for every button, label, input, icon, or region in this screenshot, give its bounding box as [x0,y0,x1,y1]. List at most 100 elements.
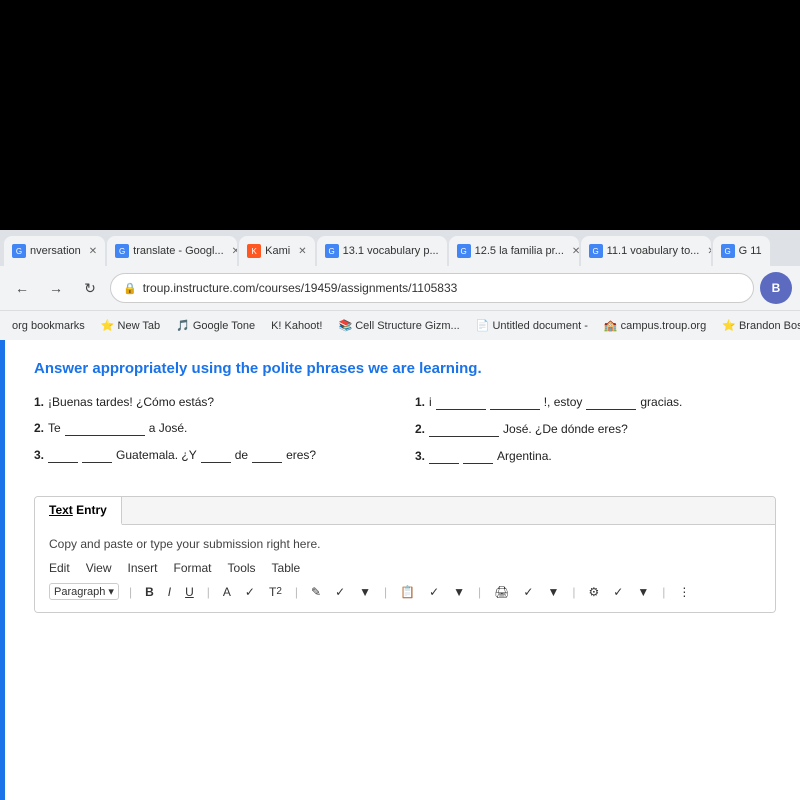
q1-prefix-right: i [429,395,432,409]
q1-blank3-right [586,395,636,410]
address-field[interactable]: 🔒 troup.instructure.com/courses/19459/as… [110,273,754,303]
bookmark-googletone[interactable]: 🎵 Google Tone [172,317,259,334]
q1-text-left: ¡Buenas tardes! ¿Cómo estás? [48,395,214,409]
format-check4[interactable]: ✓ [520,584,536,600]
page-title: Answer appropriately using the polite ph… [34,360,776,377]
q2-blank-right [429,422,499,437]
tab-familia[interactable]: G 12.5 la familia pr... ✕ [449,236,579,266]
bookmark-campus[interactable]: 🏫 campus.troup.org [600,317,710,334]
format-separator-5: | [478,585,481,599]
q3-blank4-left [252,448,282,463]
page-content: Answer appropriately using the polite ph… [0,340,800,800]
q1-suffix2-right: gracias. [640,395,682,409]
q3-blank2-left [82,448,112,463]
tab-g11[interactable]: G G 11 [713,236,770,266]
question-right-1: 1. i !, estoy gracias. [415,395,776,410]
lock-icon: 🔒 [123,282,137,295]
format-dropdown1[interactable]: ▼ [356,584,374,600]
q3-num-right: 3. [415,449,425,463]
bookmark-brandon[interactable]: ⭐ Brandon Boston · th... [718,317,800,334]
text-entry-section: Text Entry Copy and paste or type your s… [34,496,776,613]
tab-translate[interactable]: G translate - Googl... ✕ [107,236,237,266]
format-bold[interactable]: B [142,584,157,600]
tab-kami[interactable]: K Kami ✕ [239,236,314,266]
q3-text-right: Argentina. [497,449,552,463]
format-check3[interactable]: ✓ [426,584,442,600]
refresh-button[interactable]: ↻ [76,274,104,302]
q1-num-left: 1. [34,395,44,409]
q3-num-left: 3. [34,448,44,462]
format-clipboard[interactable]: 📋 [397,584,418,600]
q2-num-left: 2. [34,421,44,435]
text-entry-body: Copy and paste or type your submission r… [35,525,775,612]
q3-de-left: de [235,448,248,462]
format-italic[interactable]: I [165,584,174,600]
address-bar-row: ← → ↻ 🔒 troup.instructure.com/courses/19… [0,266,800,310]
format-check[interactable]: ✓ [242,584,258,600]
menu-edit[interactable]: Edit [49,561,70,575]
format-print[interactable]: 🖨 [491,584,512,600]
bookmark-untitled[interactable]: 📄 Untitled document - [472,317,592,334]
menu-insert[interactable]: Insert [127,561,157,575]
q2-num-right: 2. [415,422,425,436]
q1-blank2-right [490,395,540,410]
format-dropdown4[interactable]: ▼ [634,584,652,600]
q1-suffix1-right: !, estoy [544,395,583,409]
bookmark-newtab[interactable]: ⭐ New Tab [97,317,164,334]
format-more[interactable]: ⋮ [675,584,693,600]
back-button[interactable]: ← [8,274,36,302]
format-pen[interactable]: ✎ [308,584,324,600]
questions-section: 1. ¡Buenas tardes! ¿Cómo estás? 2. Te a … [34,395,776,476]
bookmark-org[interactable]: org bookmarks [8,318,89,334]
q2-prefix-left: Te [48,421,61,435]
bookmark-gizm[interactable]: 📚 Cell Structure Gizm... [334,317,463,334]
q3-text-left: Guatemala. ¿Y [116,448,197,462]
tab-vocab2[interactable]: G 11.1 voabulary to... ✕ [581,236,711,266]
q3-suffix-left: eres? [286,448,316,462]
format-separator-2: | [207,585,210,599]
questions-left: 1. ¡Buenas tardes! ¿Cómo estás? 2. Te a … [34,395,395,476]
tab-bar: G nversation ✕ G translate - Googl... ✕ … [0,230,800,266]
menu-view[interactable]: View [86,561,112,575]
bookmark-kahoot[interactable]: K! Kahoot! [267,318,326,334]
tab-text-entry[interactable]: Text Entry [35,497,122,525]
format-superscript[interactable]: T2 [266,584,285,600]
screen-bezel [0,0,800,230]
profile-button[interactable]: B [760,272,792,304]
q3-blank2-right [463,449,493,464]
format-dropdown2[interactable]: ▼ [450,584,468,600]
q3-blank1-right [429,449,459,464]
format-separator-1: | [129,585,132,599]
q3-blank3-left [201,448,231,463]
question-left-3: 3. Guatemala. ¿Y de eres? [34,448,395,463]
questions-right: 1. i !, estoy gracias. 2. José. ¿De dónd… [415,395,776,476]
forward-button[interactable]: → [42,274,70,302]
tab-text-label: Text Entry [49,503,107,517]
format-gear[interactable]: ⚙ [585,584,602,600]
q3-blank1-left [48,448,78,463]
text-entry-tabs: Text Entry [35,497,775,525]
editor-toolbar: Edit View Insert Format Tools Table [49,561,761,575]
profile-area: B [760,272,792,304]
tab-vocab1[interactable]: G 13.1 vocabulary p... ✕ [317,236,447,266]
format-color-A[interactable]: A [220,584,234,600]
format-paragraph-select[interactable]: Paragraph ▾ [49,583,119,600]
format-separator-3: | [295,585,298,599]
browser-window: G nversation ✕ G translate - Googl... ✕ … [0,230,800,800]
left-blue-bar [0,340,5,800]
format-check5[interactable]: ✓ [610,584,626,600]
address-text: troup.instructure.com/courses/19459/assi… [143,281,458,295]
q2-text-right: José. ¿De dónde eres? [503,422,628,436]
format-check2[interactable]: ✓ [332,584,348,600]
menu-tools[interactable]: Tools [228,561,256,575]
menu-format[interactable]: Format [174,561,212,575]
menu-table[interactable]: Table [272,561,301,575]
tab-conversation[interactable]: G nversation ✕ [4,236,105,266]
question-left-1: 1. ¡Buenas tardes! ¿Cómo estás? [34,395,395,409]
format-separator-4: | [384,585,387,599]
format-dropdown3[interactable]: ▼ [544,584,562,600]
format-separator-7: | [662,585,665,599]
question-right-2: 2. José. ¿De dónde eres? [415,422,776,437]
q1-blank1-right [436,395,486,410]
format-underline[interactable]: U [182,584,197,600]
